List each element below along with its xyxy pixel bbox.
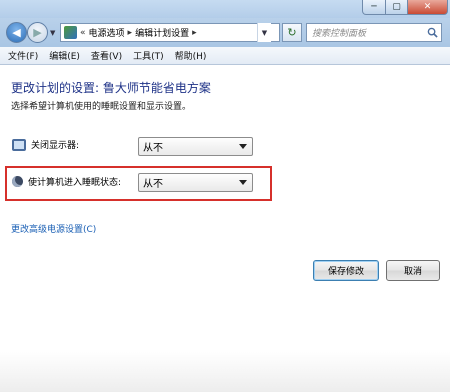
recent-pages-chevron-icon[interactable]: ▼ [50,29,55,37]
monitor-icon [12,138,26,151]
advanced-power-settings-link[interactable]: 更改高级电源设置(C) [11,222,96,235]
address-dropdown-chevron-icon[interactable]: ▼ [257,23,271,42]
sleep-moon-icon [12,176,23,187]
control-panel-icon [64,26,77,39]
chevron-down-icon [239,144,247,149]
breadcrumb-overflow[interactable]: « [80,28,86,38]
menu-tools[interactable]: 工具(T) [133,49,164,62]
chevron-down-icon [239,180,247,185]
turn-off-display-setting: 关闭显示器: [12,138,79,151]
menu-file[interactable]: 文件(F) [8,49,38,62]
bottom-edge [0,352,450,392]
main-content: 更改计划的设置: 鲁大师节能省电方案 选择希望计算机使用的睡眠设置和显示设置。 … [0,65,450,392]
search-input[interactable]: 搜索控制面板 [306,23,442,42]
search-placeholder: 搜索控制面板 [312,29,367,39]
menu-view[interactable]: 查看(V) [91,49,122,62]
menu-help[interactable]: 帮助(H) [175,49,207,62]
title-bar: ─ ▢ ✕ [0,0,450,18]
search-icon[interactable] [427,27,438,38]
breadcrumb-separator-icon[interactable]: ▸ [128,28,133,38]
page-title: 更改计划的设置: 鲁大师节能省电方案 [11,81,211,95]
breadcrumb-item-power-options[interactable]: 电源选项 [89,26,125,39]
sleep-select[interactable]: 从不 [138,173,253,192]
close-button[interactable]: ✕ [408,0,448,15]
forward-button[interactable]: ▶ [27,22,48,43]
sleep-label: 使计算机进入睡眠状态: [28,178,122,188]
cancel-button[interactable]: 取消 [386,260,440,281]
turn-off-display-select[interactable]: 从不 [138,137,253,156]
breadcrumb-separator-icon[interactable]: ▸ [192,28,197,38]
sleep-setting: 使计算机进入睡眠状态: [12,175,121,188]
window-controls: ─ ▢ ✕ [362,0,448,15]
address-bar[interactable]: « 电源选项 ▸ 编辑计划设置 ▸ [60,23,280,42]
minimize-button[interactable]: ─ [362,0,386,15]
back-button[interactable]: ◀ [6,22,27,43]
turn-off-display-value: 从不 [143,143,163,154]
maximize-button[interactable]: ▢ [386,0,408,15]
sleep-value: 从不 [143,179,163,190]
save-changes-button[interactable]: 保存修改 [313,260,379,281]
turn-off-display-label: 关闭显示器: [31,141,80,151]
breadcrumb-item-edit-plan[interactable]: 编辑计划设置 [135,26,189,39]
navigation-bar: ◀ ▶ ▼ « 电源选项 ▸ 编辑计划设置 ▸ ▼ ↻ 搜索控制面板 [0,18,450,47]
menu-bar: 文件(F) 编辑(E) 查看(V) 工具(T) 帮助(H) [0,47,450,65]
menu-edit[interactable]: 编辑(E) [49,49,80,62]
page-description: 选择希望计算机使用的睡眠设置和显示设置。 [11,102,192,112]
refresh-button[interactable]: ↻ [282,23,302,42]
